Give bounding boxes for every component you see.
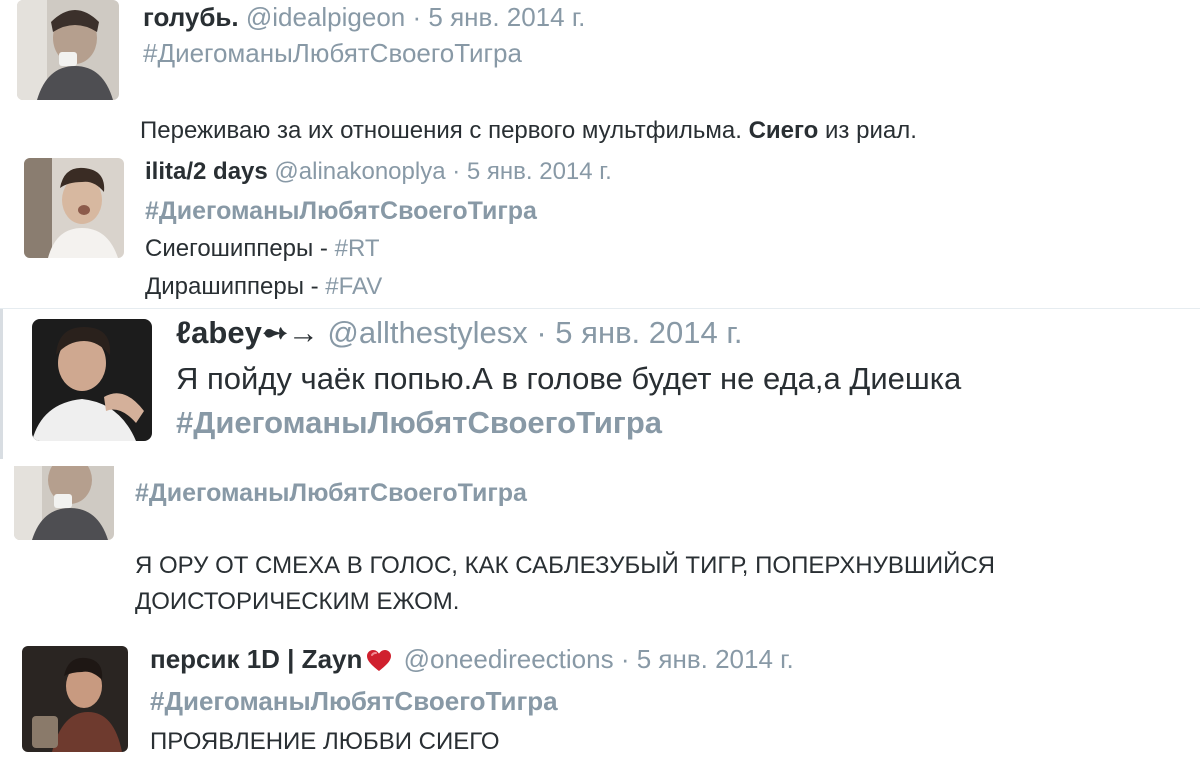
tweet-text-bold: Сиего bbox=[748, 117, 819, 144]
tweet-text-line: Дирашипперы - #FAV bbox=[145, 273, 382, 301]
tweet-text-line: Сиегошипперы - #RT bbox=[145, 235, 380, 263]
heart-icon bbox=[366, 649, 392, 673]
avatar[interactable] bbox=[14, 466, 114, 540]
tweet-header: ilita/2 days @alinakonoplya · 5 янв. 201… bbox=[145, 158, 612, 186]
hashtag-link[interactable]: #ДиегоманыЛюбятСвоегоТигра bbox=[145, 197, 537, 225]
tweet-date[interactable]: · 5 янв. 2014 г. bbox=[452, 158, 612, 185]
user-handle[interactable]: @allthestylesx bbox=[327, 315, 527, 350]
tweet-hashtag-line: #ДиегоманыЛюбятСвоегоТигра bbox=[143, 38, 522, 69]
hashtag-link[interactable]: #FAV bbox=[325, 273, 382, 300]
tweet: ilita/2 days @alinakonoplya · 5 янв. 201… bbox=[0, 150, 1200, 308]
hashtag-link[interactable]: #RT bbox=[335, 235, 380, 262]
tweet: ℓabey➻→ @allthestylesx · 5 янв. 2014 г. … bbox=[0, 308, 1200, 466]
tweet-date[interactable]: · 5 янв. 2014 г. bbox=[621, 644, 794, 674]
tweet-text: ПРОЯВЛЕНИЕ ЛЮБВИ СИЕГО bbox=[150, 728, 500, 755]
tweet-hashtag-line: #ДиегоманыЛюбятСвоегоТигра bbox=[135, 479, 527, 508]
tweet-text-part: Переживаю за их отношения с первого муль… bbox=[140, 117, 749, 144]
tweet: персик 1D | Zayn @oneedireections · 5 ян… bbox=[0, 628, 1200, 780]
avatar[interactable] bbox=[24, 158, 124, 258]
tweet-date[interactable]: · 5 янв. 2014 г. bbox=[536, 315, 742, 350]
avatar[interactable] bbox=[22, 646, 128, 752]
avatar[interactable] bbox=[32, 319, 152, 441]
tweet-header: ℓabey➻→ @allthestylesx · 5 янв. 2014 г. bbox=[176, 315, 742, 351]
user-name[interactable]: голубь. bbox=[143, 2, 239, 32]
tweet-text: Переживаю за их отношения с первого муль… bbox=[140, 117, 917, 145]
tweet-text-part: Дирашипперы - bbox=[145, 273, 326, 300]
user-handle[interactable]: @idealpigeon bbox=[246, 2, 405, 32]
tweet-hashtag-line: #ДиегоманыЛюбятСвоегоТигра bbox=[150, 686, 558, 717]
tweet-text-part: из риал. bbox=[818, 117, 917, 144]
tweet-text-line: Я ОРУ ОТ СМЕХА В ГОЛОС, КАК САБЛЕЗУБЫЙ Т… bbox=[135, 552, 996, 579]
tweet-text: Я пойду чаёк попью.А в голове будет не е… bbox=[176, 361, 962, 396]
tweet: #ДиегоманыЛюбятСвоегоТигра Я ОРУ ОТ СМЕХ… bbox=[0, 466, 1200, 628]
tweet-hashtag-line: #ДиегоманыЛюбятСвоегоТигра bbox=[176, 405, 662, 441]
tweet-header: персик 1D | Zayn @oneedireections · 5 ян… bbox=[150, 644, 794, 675]
user-handle[interactable]: @alinakonoplya bbox=[274, 158, 445, 185]
user-name[interactable]: ℓabey➻→ bbox=[176, 315, 319, 350]
tweet-hashtag-line: #ДиегоманыЛюбятСвоегоТигра bbox=[145, 197, 537, 226]
tweet-text-part: Сиегошипперы - bbox=[145, 235, 335, 262]
tweet-text-line: ДОИСТОРИЧЕСКИМ ЕЖОМ. bbox=[135, 588, 460, 615]
tweet-header: голубь. @idealpigeon · 5 янв. 2014 г. bbox=[143, 2, 585, 33]
user-handle[interactable]: @oneedireections bbox=[404, 644, 614, 674]
user-name-text: ℓabey bbox=[176, 315, 262, 350]
hashtag-link[interactable]: #ДиегоманыЛюбятСвоегоТигра bbox=[143, 38, 522, 68]
user-name[interactable]: персик 1D | Zayn bbox=[150, 644, 362, 674]
user-name-suffix: ➻→ bbox=[261, 315, 319, 350]
avatar[interactable] bbox=[17, 0, 119, 100]
screenshot-edge bbox=[0, 309, 3, 459]
tweet: голубь. @idealpigeon · 5 янв. 2014 г. #Д… bbox=[0, 0, 1200, 150]
hashtag-link[interactable]: #ДиегоманыЛюбятСвоегоТигра bbox=[150, 686, 558, 716]
hashtag-link[interactable]: #ДиегоманыЛюбятСвоегоТигра bbox=[176, 405, 662, 440]
tweet-date[interactable]: · 5 янв. 2014 г. bbox=[413, 2, 586, 32]
hashtag-link[interactable]: #ДиегоманыЛюбятСвоегоТигра bbox=[135, 479, 527, 507]
user-name[interactable]: ilita/2 days bbox=[145, 158, 268, 185]
